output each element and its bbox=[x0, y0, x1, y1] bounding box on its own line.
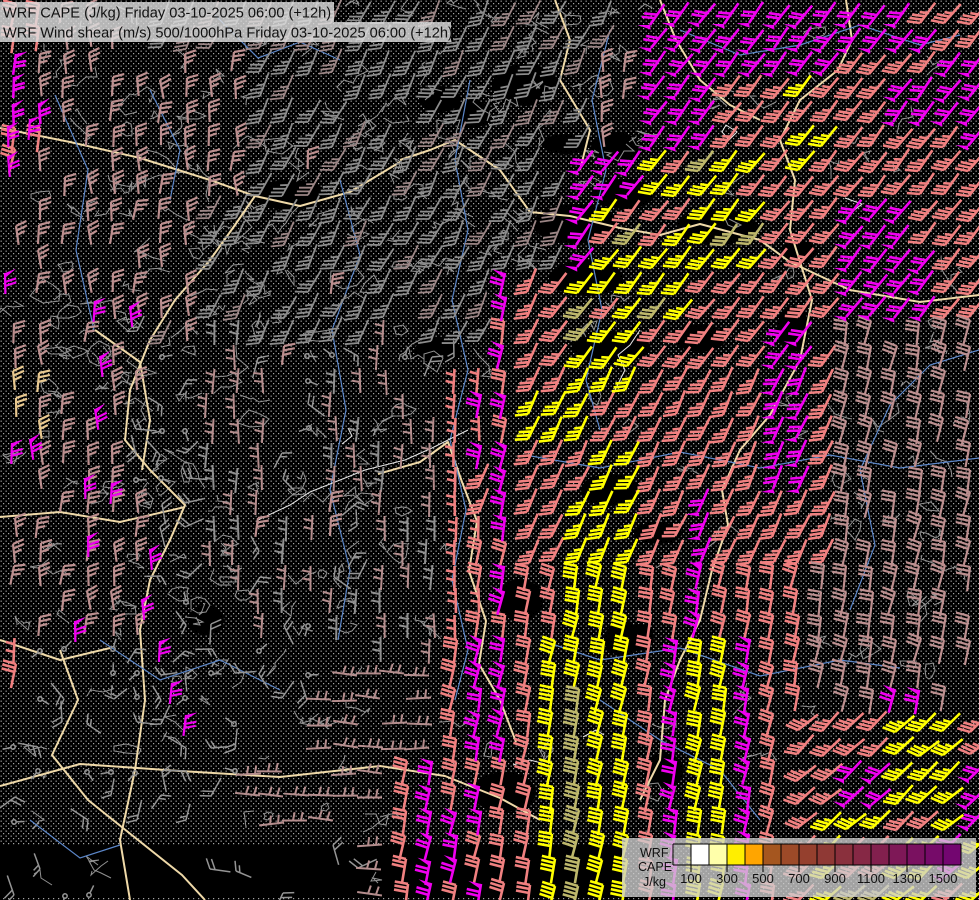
svg-text:1100: 1100 bbox=[857, 871, 885, 886]
svg-text:1500: 1500 bbox=[929, 871, 958, 886]
svg-text:100: 100 bbox=[680, 871, 702, 886]
svg-text:500: 500 bbox=[752, 871, 774, 886]
svg-text:300: 300 bbox=[716, 871, 738, 886]
svg-text:900: 900 bbox=[824, 871, 846, 886]
svg-text:WRF Wind shear (m/s) 500/1000h: WRF Wind shear (m/s) 500/1000hPa Friday … bbox=[3, 26, 453, 42]
svg-text:WRF CAPE (J/kg) Friday 03-10-2: WRF CAPE (J/kg) Friday 03-10-2025 06:00 … bbox=[3, 6, 331, 22]
svg-text:1300: 1300 bbox=[893, 871, 922, 886]
svg-text:J/kg: J/kg bbox=[643, 875, 666, 889]
svg-text:700: 700 bbox=[788, 871, 810, 886]
svg-text:CAPE: CAPE bbox=[638, 860, 672, 874]
svg-text:WRF: WRF bbox=[640, 846, 669, 860]
